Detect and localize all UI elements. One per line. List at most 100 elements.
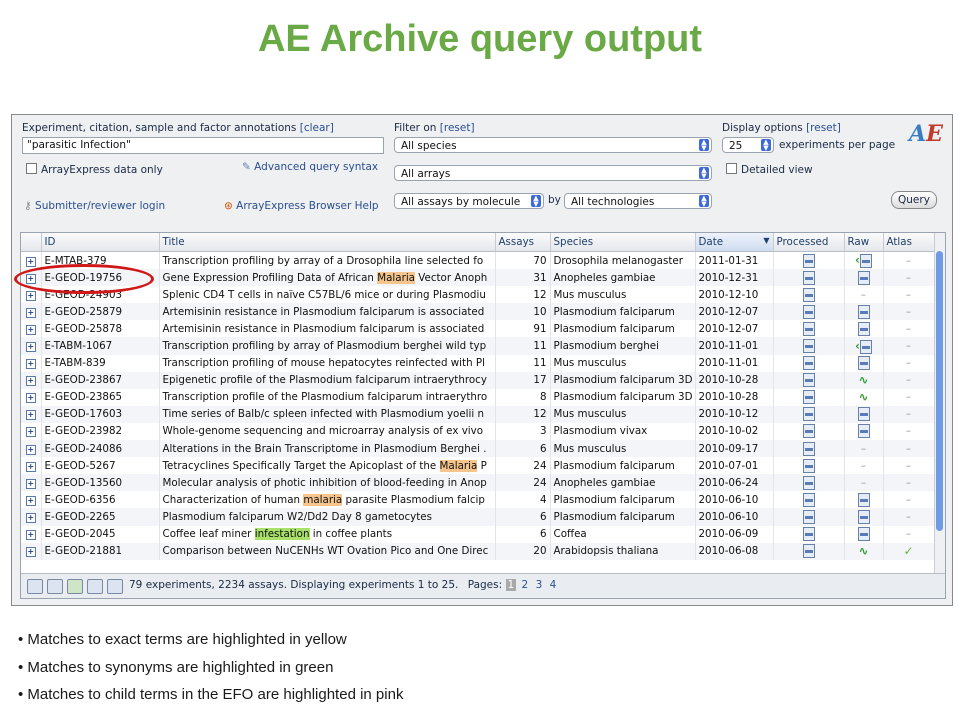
excel-export-icon[interactable]: [67, 579, 83, 594]
arrayexpress-only-checkbox[interactable]: ArrayExpress data only: [26, 163, 163, 176]
table-row[interactable]: + E-TABM-1067 Transcription profiling by a…: [21, 337, 934, 355]
processed-data-icon[interactable]: [802, 458, 815, 473]
expand-cell[interactable]: +: [21, 440, 42, 458]
expand-plus-icon[interactable]: +: [25, 478, 36, 489]
expand-plus-icon[interactable]: +: [25, 359, 36, 370]
display-reset-link[interactable]: [reset]: [806, 122, 841, 134]
raw-sequence-icon[interactable]: ∿: [858, 544, 868, 558]
raw-cell[interactable]: [844, 303, 884, 321]
raw-data-icon[interactable]: [857, 527, 870, 542]
cell-title[interactable]: Whole-genome sequencing and microarray a…: [159, 422, 496, 441]
processed-cell[interactable]: [773, 508, 845, 526]
cell-id[interactable]: E-TABM-1067: [41, 337, 160, 355]
expand-plus-icon[interactable]: +: [25, 307, 36, 318]
expand-plus-icon[interactable]: +: [25, 427, 36, 438]
column-header-atlas[interactable]: Atlas: [883, 233, 934, 252]
processed-cell[interactable]: [773, 269, 845, 287]
expand-cell[interactable]: +: [21, 371, 42, 389]
column-header-date[interactable]: Date ▼: [695, 233, 774, 252]
processed-cell[interactable]: [773, 371, 845, 389]
table-row[interactable]: + E-GEOD-24903 Splenic CD4 T cells in naïv…: [21, 286, 934, 304]
cell-id[interactable]: E-GEOD-17603: [41, 405, 160, 423]
expand-plus-icon[interactable]: +: [25, 324, 36, 335]
cell-title[interactable]: Coffee leaf miner infestation in coffee …: [159, 525, 496, 543]
processed-cell[interactable]: [773, 251, 845, 270]
column-header-raw[interactable]: Raw: [844, 233, 884, 252]
table-row[interactable]: + E-MTAB-379 Transcription profiling by ar…: [21, 251, 934, 270]
expand-cell[interactable]: +: [21, 388, 42, 406]
expand-plus-icon[interactable]: +: [25, 512, 36, 523]
processed-cell[interactable]: [773, 422, 845, 441]
arrays-select[interactable]: All arrays ▲ ▼: [394, 165, 712, 181]
cell-id[interactable]: E-GEOD-23982: [41, 422, 160, 441]
processed-data-icon[interactable]: [802, 441, 815, 456]
raw-cell[interactable]: [844, 269, 884, 287]
processed-data-icon[interactable]: [802, 544, 815, 559]
expand-plus-icon[interactable]: +: [25, 410, 36, 421]
raw-data-icon[interactable]: [859, 254, 872, 269]
column-header-title[interactable]: Title: [159, 233, 496, 252]
raw-data-icon[interactable]: [859, 339, 872, 354]
table-row[interactable]: + E-GEOD-21881 Comparison between NuCENHs …: [21, 542, 934, 560]
species-select[interactable]: All species ▲ ▼: [394, 137, 712, 153]
submitter-login-link[interactable]: ⚷ Submitter/reviewer login: [24, 200, 165, 212]
raw-data-icon[interactable]: [857, 356, 870, 371]
table-row[interactable]: + E-GEOD-5267 Tetracyclines Specifically T…: [21, 457, 934, 475]
cell-id[interactable]: E-GEOD-2265: [41, 508, 160, 526]
expand-cell[interactable]: +: [21, 422, 42, 441]
raw-data-icon[interactable]: [857, 492, 870, 507]
processed-cell[interactable]: [773, 525, 845, 543]
assays-select[interactable]: All assays by molecule ▲ ▼: [394, 193, 544, 209]
processed-data-icon[interactable]: [802, 527, 815, 542]
cell-title[interactable]: Tetracyclines Specifically Target the Ap…: [159, 457, 496, 475]
raw-data-icon[interactable]: [857, 304, 870, 319]
table-row[interactable]: + E-GEOD-23982 Whole-genome sequencing and…: [21, 422, 934, 441]
expand-plus-icon[interactable]: +: [25, 256, 36, 267]
cell-id[interactable]: E-GEOD-21881: [41, 542, 160, 560]
rss-export-icon[interactable]: [87, 579, 103, 594]
cell-id[interactable]: E-GEOD-24086: [41, 440, 160, 458]
raw-sequence-icon[interactable]: ∿: [858, 390, 868, 404]
expand-cell[interactable]: +: [21, 508, 42, 526]
expand-plus-icon[interactable]: +: [25, 495, 36, 506]
cell-title[interactable]: Time series of Balb/c spleen infected wi…: [159, 405, 496, 423]
cell-title[interactable]: Transcription profiling by array of a Dr…: [159, 251, 496, 270]
table-row[interactable]: + E-GEOD-13560 Molecular analysis of photi…: [21, 474, 934, 492]
table-row[interactable]: + E-GEOD-23865 Transcription profile of th…: [21, 388, 934, 406]
raw-cell[interactable]: [844, 320, 884, 338]
raw-cell[interactable]: ∿: [844, 542, 884, 560]
raw-cell[interactable]: [844, 354, 884, 372]
cell-title[interactable]: Gene Expression Profiling Data of Africa…: [159, 269, 496, 287]
cell-id[interactable]: E-GEOD-23867: [41, 371, 160, 389]
column-header-species[interactable]: Species: [550, 233, 696, 252]
table-row[interactable]: + E-GEOD-24086 Alterations in the Brain Tr…: [21, 440, 934, 458]
detailed-view-checkbox[interactable]: Detailed view: [726, 163, 813, 176]
column-header-id[interactable]: ID: [41, 233, 160, 252]
processed-cell[interactable]: [773, 337, 845, 355]
table-export-icon[interactable]: [47, 579, 63, 594]
processed-cell[interactable]: [773, 405, 845, 423]
processed-cell[interactable]: [773, 354, 845, 372]
raw-cell[interactable]: ‹: [844, 251, 884, 270]
cell-id[interactable]: E-GEOD-25878: [41, 320, 160, 338]
browser-help-link[interactable]: ⊛ ArrayExpress Browser Help: [224, 200, 379, 212]
raw-data-icon[interactable]: [857, 270, 870, 285]
expand-cell[interactable]: +: [21, 474, 42, 492]
expand-cell[interactable]: +: [21, 491, 42, 509]
processed-data-icon[interactable]: [802, 509, 815, 524]
cell-title[interactable]: Artemisinin resistance in Plasmodium fal…: [159, 303, 496, 321]
raw-cell[interactable]: ‹: [844, 337, 884, 355]
technologies-select[interactable]: All technologies ▲ ▼: [564, 193, 712, 209]
table-row[interactable]: + E-TABM-839 Transcription profiling of mo…: [21, 354, 934, 372]
cell-title[interactable]: Splenic CD4 T cells in naïve C57BL/6 mic…: [159, 286, 496, 304]
expand-cell[interactable]: +: [21, 525, 42, 543]
expand-cell[interactable]: +: [21, 251, 42, 270]
expand-plus-icon[interactable]: +: [25, 376, 36, 387]
raw-data-icon[interactable]: [857, 407, 870, 422]
cell-title[interactable]: Artemisinin resistance in Plasmodium fal…: [159, 320, 496, 338]
processed-data-icon[interactable]: [802, 492, 815, 507]
atlas-check-icon[interactable]: ✓: [903, 544, 913, 558]
cell-title[interactable]: Characterization of human malaria parasi…: [159, 491, 496, 509]
raw-cell[interactable]: [844, 525, 884, 543]
processed-cell[interactable]: [773, 474, 845, 492]
